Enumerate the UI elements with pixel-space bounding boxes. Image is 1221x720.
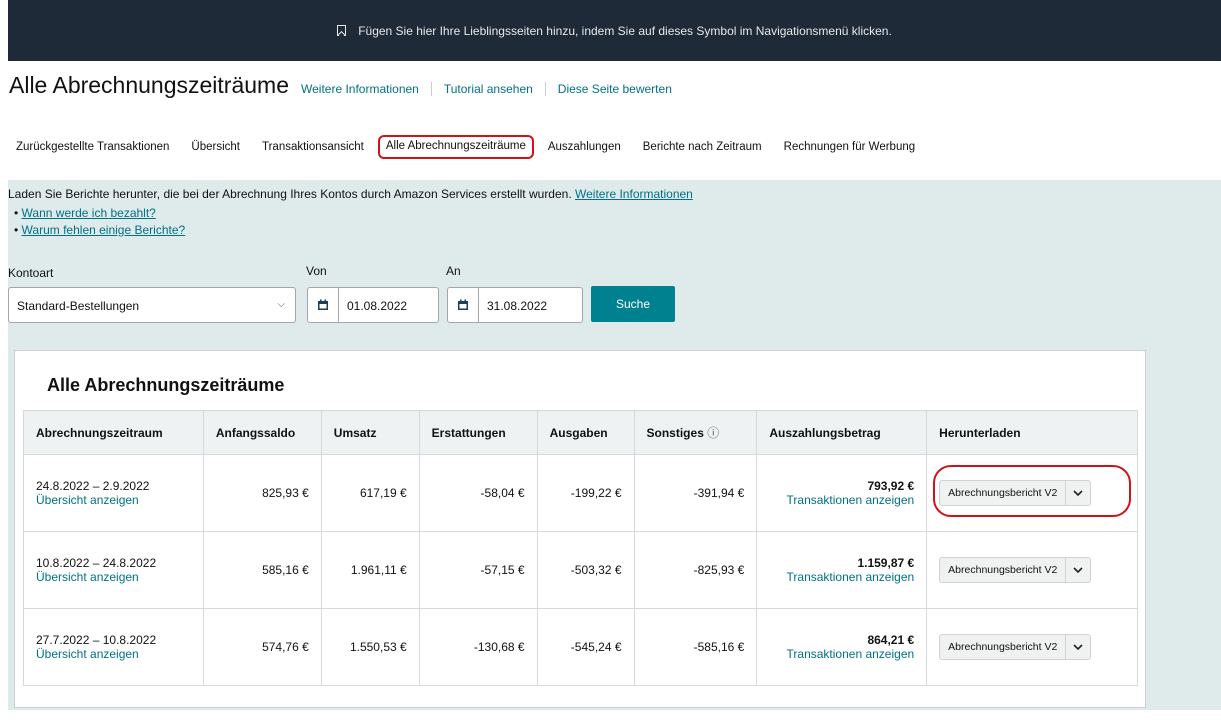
other-cell: -825,93 € (633, 531, 758, 609)
calendar-icon[interactable] (447, 287, 479, 323)
bookmark-icon (337, 25, 347, 36)
payout-amount: 793,92 € (867, 479, 915, 493)
table-row: 27.7.2022 – 10.8.2022 Übersicht anzeigen … (23, 608, 1138, 686)
period-cell: 24.8.2022 – 2.9.2022 Übersicht anzeigen (23, 454, 204, 532)
to-date-input[interactable]: 31.08.2022 (479, 287, 583, 323)
start-balance-cell: 585,16 € (202, 531, 322, 609)
payout-amount: 864,21 € (867, 633, 915, 647)
download-cell: Abrechnungsbericht V2 (926, 608, 1138, 686)
refunds-cell: -130,68 € (418, 608, 538, 686)
info-more-link[interactable]: Weitere Informationen (575, 187, 693, 201)
info-text: Laden Sie Berichte herunter, die bei der… (8, 187, 693, 201)
payout-cell: 793,92 € Transaktionen anzeigen (756, 454, 928, 532)
view-summary-link[interactable]: Übersicht anzeigen (36, 570, 191, 584)
tab-all-settlement-periods[interactable]: Alle Abrechnungszeiträume (377, 135, 534, 159)
period-cell: 10.8.2022 – 24.8.2022 Übersicht anzeigen (23, 531, 204, 609)
view-transactions-link[interactable]: Transaktionen anzeigen (769, 570, 915, 584)
col-other: Sonstiges ⓘ (633, 410, 758, 455)
page-title: Alle Abrechnungszeiträume (9, 72, 289, 98)
refunds-cell: -57,15 € (418, 531, 538, 609)
download-report-label[interactable]: Abrechnungsbericht V2 (940, 635, 1067, 659)
more-info-link[interactable]: Weitere Informationen (301, 82, 431, 96)
col-other-label: Sonstiges (646, 426, 704, 440)
banner-text: Fügen Sie hier Ihre Lieblingsseiten hinz… (358, 23, 892, 38)
view-transactions-link[interactable]: Transaktionen anzeigen (769, 647, 915, 661)
table-row: 10.8.2022 – 24.8.2022 Übersicht anzeigen … (23, 531, 1138, 609)
expenses-cell: -503,32 € (536, 531, 635, 609)
favorites-banner: Fügen Sie hier Ihre Lieblingsseiten hinz… (8, 0, 1221, 61)
expenses-cell: -545,24 € (536, 608, 635, 686)
settlement-table: Abrechnungszeitraum Anfangssaldo Umsatz … (23, 410, 1138, 686)
view-summary-link[interactable]: Übersicht anzeigen (36, 493, 191, 507)
tab-reports-by-period[interactable]: Berichte nach Zeitraum (643, 141, 762, 159)
info-description: Laden Sie Berichte herunter, die bei der… (8, 187, 572, 201)
payout-cell: 1.159,87 € Transaktionen anzeigen (756, 531, 928, 609)
col-expenses: Ausgaben (536, 410, 635, 455)
from-date-field[interactable]: 01.08.2022 (307, 287, 439, 323)
highlight-annotation (933, 465, 1131, 517)
to-label: An (446, 264, 461, 278)
page-header: Alle Abrechnungszeiträume Weitere Inform… (9, 72, 684, 99)
calendar-icon[interactable] (307, 287, 339, 323)
missing-reports-link[interactable]: Warum fehlen einige Berichte? (22, 223, 186, 237)
period-text: 10.8.2022 – 24.8.2022 (36, 556, 157, 570)
from-date-input[interactable]: 01.08.2022 (339, 287, 439, 323)
payout-cell: 864,21 € Transaktionen anzeigen (756, 608, 928, 686)
table-header-row: Abrechnungszeitraum Anfangssaldo Umsatz … (23, 410, 1138, 455)
col-start-balance: Anfangssaldo (202, 410, 322, 455)
account-type-select[interactable]: Standard-Bestellungen ⌵ (8, 287, 296, 323)
payout-amount: 1.159,87 € (857, 556, 915, 570)
help-circle-icon[interactable]: ⓘ (707, 426, 719, 440)
tab-bar: Zurückgestellte Transaktionen Übersicht … (16, 135, 937, 159)
when-paid-link[interactable]: Wann werde ich bezahlt? (22, 206, 156, 220)
refunds-cell: -58,04 € (418, 454, 538, 532)
from-label: Von (306, 264, 327, 278)
start-balance-cell: 574,76 € (202, 608, 322, 686)
other-cell: -391,94 € (633, 454, 758, 532)
tab-overview[interactable]: Übersicht (191, 141, 240, 159)
faq-item: Wann werde ich bezahlt? (14, 206, 156, 220)
col-period: Abrechnungszeitraum (23, 410, 204, 455)
download-report-button[interactable]: Abrechnungsbericht V2 (939, 634, 1092, 660)
faq-item: Warum fehlen einige Berichte? (14, 223, 186, 237)
period-text: 24.8.2022 – 2.9.2022 (36, 479, 150, 493)
col-refunds: Erstattungen (418, 410, 538, 455)
tab-deferred-transactions[interactable]: Zurückgestellte Transaktionen (16, 141, 169, 159)
chevron-down-icon[interactable] (1066, 567, 1090, 573)
download-cell: Abrechnungsbericht V2 (926, 531, 1138, 609)
expenses-cell: -199,22 € (536, 454, 635, 532)
tab-transaction-view[interactable]: Transaktionsansicht (262, 141, 364, 159)
view-summary-link[interactable]: Übersicht anzeigen (36, 647, 191, 661)
col-sales: Umsatz (320, 410, 420, 455)
download-report-label[interactable]: Abrechnungsbericht V2 (940, 558, 1067, 582)
to-date-field[interactable]: 31.08.2022 (447, 287, 583, 323)
account-type-label: Kontoart (8, 266, 54, 280)
download-report-button[interactable]: Abrechnungsbericht V2 (939, 557, 1092, 583)
chevron-down-icon[interactable] (1066, 644, 1090, 650)
rate-page-link[interactable]: Diese Seite bewerten (544, 82, 684, 96)
col-payout: Auszahlungsbetrag (756, 410, 928, 455)
period-text: 27.7.2022 – 10.8.2022 (36, 633, 157, 647)
start-balance-cell: 825,93 € (202, 454, 322, 532)
other-cell: -585,16 € (633, 608, 758, 686)
tutorial-link[interactable]: Tutorial ansehen (430, 82, 545, 96)
tab-advertising-invoices[interactable]: Rechnungen für Werbung (784, 141, 916, 159)
sales-cell: 1.550,53 € (320, 608, 420, 686)
tab-payouts[interactable]: Auszahlungen (548, 141, 621, 159)
period-cell: 27.7.2022 – 10.8.2022 Übersicht anzeigen (23, 608, 204, 686)
view-transactions-link[interactable]: Transaktionen anzeigen (769, 493, 915, 507)
card-title: Alle Abrechnungszeiträume (47, 375, 285, 395)
account-type-value: Standard-Bestellungen (17, 299, 140, 313)
chevron-down-icon: ⌵ (277, 299, 285, 310)
sales-cell: 1.961,11 € (320, 531, 420, 609)
col-download: Herunterladen (926, 410, 1138, 455)
search-button[interactable]: Suche (591, 286, 675, 322)
sales-cell: 617,19 € (320, 454, 420, 532)
